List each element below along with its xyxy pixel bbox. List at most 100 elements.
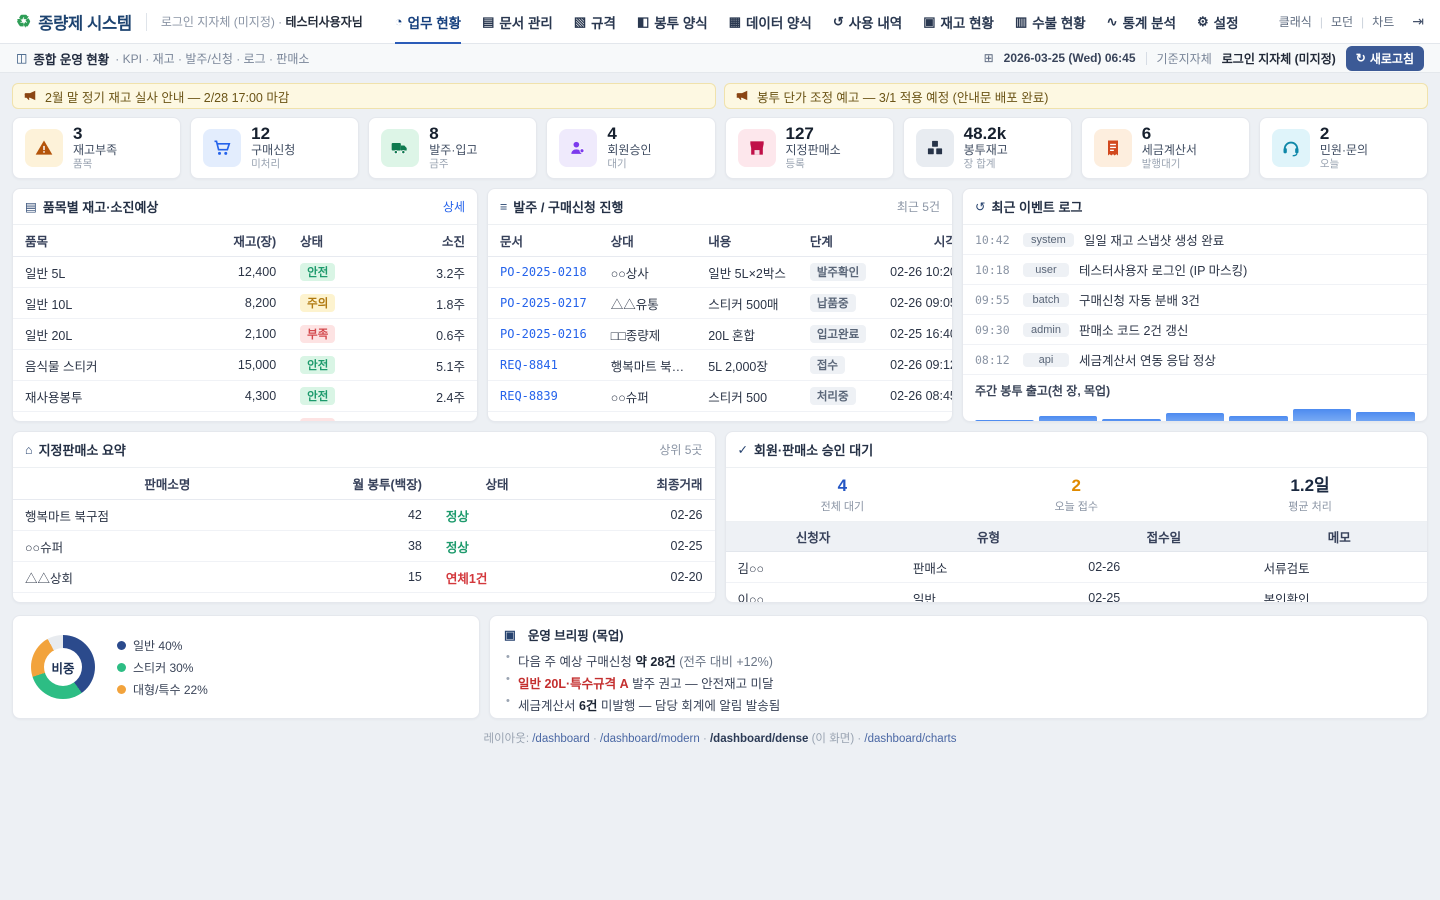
footer-link-modern[interactable]: /dashboard/modern <box>600 733 700 745</box>
nav-usage-history[interactable]: ↺사용 내역 <box>833 0 902 44</box>
briefing-panel: ▣ 운영 브리핑 (목업) 다음 주 예상 구매신청 약 28건 (전주 대비 … <box>489 615 1428 719</box>
history-icon: ↺ <box>833 14 844 30</box>
orders-panel: ≡ 발주 / 구매신청 진행 최근 5건 문서 상대 내용 단계 시각 PO-2… <box>487 188 953 422</box>
kpi-bag-stock[interactable]: 48.2k봉투재고장 합계 <box>903 117 1072 179</box>
stat-avg-processing: 1.2일 <box>1193 476 1427 496</box>
doc-link[interactable]: PO-2025-0217 <box>500 296 587 310</box>
kpi-member-approval[interactable]: 4회원승인대기 <box>546 117 715 179</box>
col-header: 단계 <box>798 225 878 257</box>
nav-ledger-status[interactable]: ▥수불 현황 <box>1015 0 1086 44</box>
event-row: 10:18user테스터사용자 로그인 (IP 마스킹) <box>963 255 1427 285</box>
kpi-label: 회원승인 <box>607 143 651 158</box>
app-title: 종량제 시스템 <box>38 10 132 34</box>
col-header: 소진 <box>388 225 477 257</box>
mode-modern-link[interactable]: 모던 <box>1323 13 1361 30</box>
mode-chart-link[interactable]: 차트 <box>1364 13 1402 30</box>
kpi-low-stock[interactable]: 3재고부족품목 <box>12 117 181 179</box>
stage-badge: 납품중 <box>810 294 856 312</box>
footer-link-dashboard[interactable]: /dashboard <box>532 733 590 745</box>
truck-icon <box>381 129 419 167</box>
breadcrumb: · KPI · 재고 · 발주/신청 · 로그 · 판매소 <box>115 50 309 67</box>
nav-bag-form[interactable]: ◧봉투 양식 <box>637 0 708 44</box>
briefing-item: 지정판매소 △△상회 연체 1건 — 현장 점검 일정 3/3 <box>504 715 1413 719</box>
chart-line-icon: ∿ <box>1107 14 1118 30</box>
user-icon <box>559 129 597 167</box>
stage-badge: 처리중 <box>810 387 856 405</box>
notice-banner-price-change: 봉투 단가 조정 예고 — 3/1 적용 예정 (안내문 배포 완료) <box>724 83 1428 109</box>
panel-title: 최근 이벤트 로그 <box>991 197 1082 216</box>
stat-label: 전체 대기 <box>726 498 960 514</box>
page-title: 종합 운영 현황 <box>33 49 109 68</box>
panel-title: 발주 / 구매신청 진행 <box>513 197 623 216</box>
basis-value: 로그인 지자체 (미지정) <box>1222 50 1336 67</box>
kpi-sub: 발행대기 <box>1142 158 1197 171</box>
col-header: 판매소명 <box>13 468 322 500</box>
col-header: 신청자 <box>726 522 901 552</box>
nav-label: 재고 현황 <box>941 12 994 32</box>
package-icon: ▧ <box>574 14 586 30</box>
stage-badge: 입고완료 <box>810 325 866 343</box>
event-tag: user <box>1023 263 1069 277</box>
kpi-tax-invoice[interactable]: 6세금계산서발행대기 <box>1081 117 1250 179</box>
store-status: 정상 <box>446 510 469 524</box>
nav-spec[interactable]: ▧ 규격 <box>574 0 616 44</box>
kpi-value: 3 <box>73 125 117 144</box>
kpi-designated-stores[interactable]: 127지정판매소등록 <box>725 117 894 179</box>
nav-label: 문서 관리 <box>499 12 552 32</box>
nav-label: 규격 <box>591 12 616 32</box>
inventory-detail-link[interactable]: 상세 <box>443 198 465 215</box>
kpi-label: 발주·입고 <box>429 143 477 158</box>
order-row: REQ-8839○○슈퍼스티커 500처리중02-26 08:45 <box>488 381 953 412</box>
briefing-item: 다음 주 예상 구매신청 약 28건 (전주 대비 +12%) <box>504 649 1413 671</box>
logout-icon[interactable]: ⇥ <box>1412 13 1424 30</box>
footer-link-charts[interactable]: /dashboard/charts <box>864 733 956 745</box>
event-tag: api <box>1023 353 1069 367</box>
footer-link-dense[interactable]: /dashboard/dense <box>710 733 808 745</box>
status-badge: 안전 <box>300 263 335 281</box>
kpi-cards: 3재고부족품목 12구매신청미처리 8발주·입고금주 4회원승인대기 127지정… <box>12 117 1428 179</box>
footer-label: 레이아웃: <box>484 733 533 745</box>
bar-fri <box>1229 416 1288 422</box>
col-header: 재고(장) <box>176 225 289 257</box>
doc-link[interactable]: REQ-8839 <box>500 389 558 403</box>
nav-stats-analysis[interactable]: ∿통계 분석 <box>1107 0 1176 44</box>
doc-link[interactable]: PO-2025-0218 <box>500 265 587 279</box>
calendar-icon: ⊞ <box>984 51 994 65</box>
kpi-label: 재고부족 <box>73 143 117 158</box>
stat-label: 평균 처리 <box>1193 498 1427 514</box>
kpi-purchase-requests[interactable]: 12구매신청미처리 <box>190 117 359 179</box>
mode-classic-link[interactable]: 클래식 <box>1271 13 1320 30</box>
kpi-label: 구매신청 <box>251 143 295 158</box>
nav-settings[interactable]: ⚙설정 <box>1197 0 1239 44</box>
inventory-row: 특수규격 A890부족0.3주 <box>13 412 477 423</box>
kpi-complaints[interactable]: 2민원·문의오늘 <box>1259 117 1428 179</box>
kpi-label: 세금계산서 <box>1142 143 1197 158</box>
refresh-button[interactable]: ↻ 새로고침 <box>1346 46 1424 71</box>
briefing-item: 세금계산서 6건 미발행 — 담당 회계에 알림 발송됨 <box>504 693 1413 715</box>
clipboard-icon: ▣ <box>504 627 516 642</box>
kpi-orders-inbound[interactable]: 8발주·입고금주 <box>368 117 537 179</box>
dot: · <box>700 733 710 745</box>
nav-work-status[interactable]: ◔업무 현황 <box>395 0 461 44</box>
col-header: 문서 <box>488 225 599 257</box>
approvals-panel: ✓ 회원·판매소 승인 대기 4전체 대기 2오늘 접수 1.2일평균 처리 신… <box>725 431 1429 603</box>
approval-stats: 4전체 대기 2오늘 접수 1.2일평균 처리 <box>726 468 1428 522</box>
divider <box>146 13 147 31</box>
doc-link[interactable]: PO-2025-0216 <box>500 327 587 341</box>
col-header: 접수일 <box>1076 522 1251 552</box>
doc-link[interactable]: REQ-8841 <box>500 358 558 372</box>
nav-document-mgmt[interactable]: ▤문서 관리 <box>482 0 553 44</box>
login-prefix: 로그인 지자체 (미지정) · <box>161 15 286 29</box>
bar-sun <box>1356 412 1415 422</box>
nav-stock-status[interactable]: ▣재고 현황 <box>923 0 994 44</box>
nav-data-form[interactable]: ▦데이터 양식 <box>729 0 812 44</box>
top-navbar: ♻ 종량제 시스템 로그인 지자체 (미지정) · 테스터사용자님 ◔업무 현황… <box>0 0 1440 44</box>
inventory-row: 일반 20L2,100부족0.6주 <box>13 319 477 350</box>
kpi-sub: 미처리 <box>251 158 295 171</box>
inventory-row: 일반 10L8,200주의1.8주 <box>13 288 477 319</box>
stage-badge: 접수 <box>810 356 845 374</box>
col-header: 최종거래 <box>560 468 714 500</box>
donut-center-label: 비중 <box>51 658 74 677</box>
store-icon: ⌂ <box>25 443 33 457</box>
footer-current-note: (이 화면) <box>808 733 857 745</box>
